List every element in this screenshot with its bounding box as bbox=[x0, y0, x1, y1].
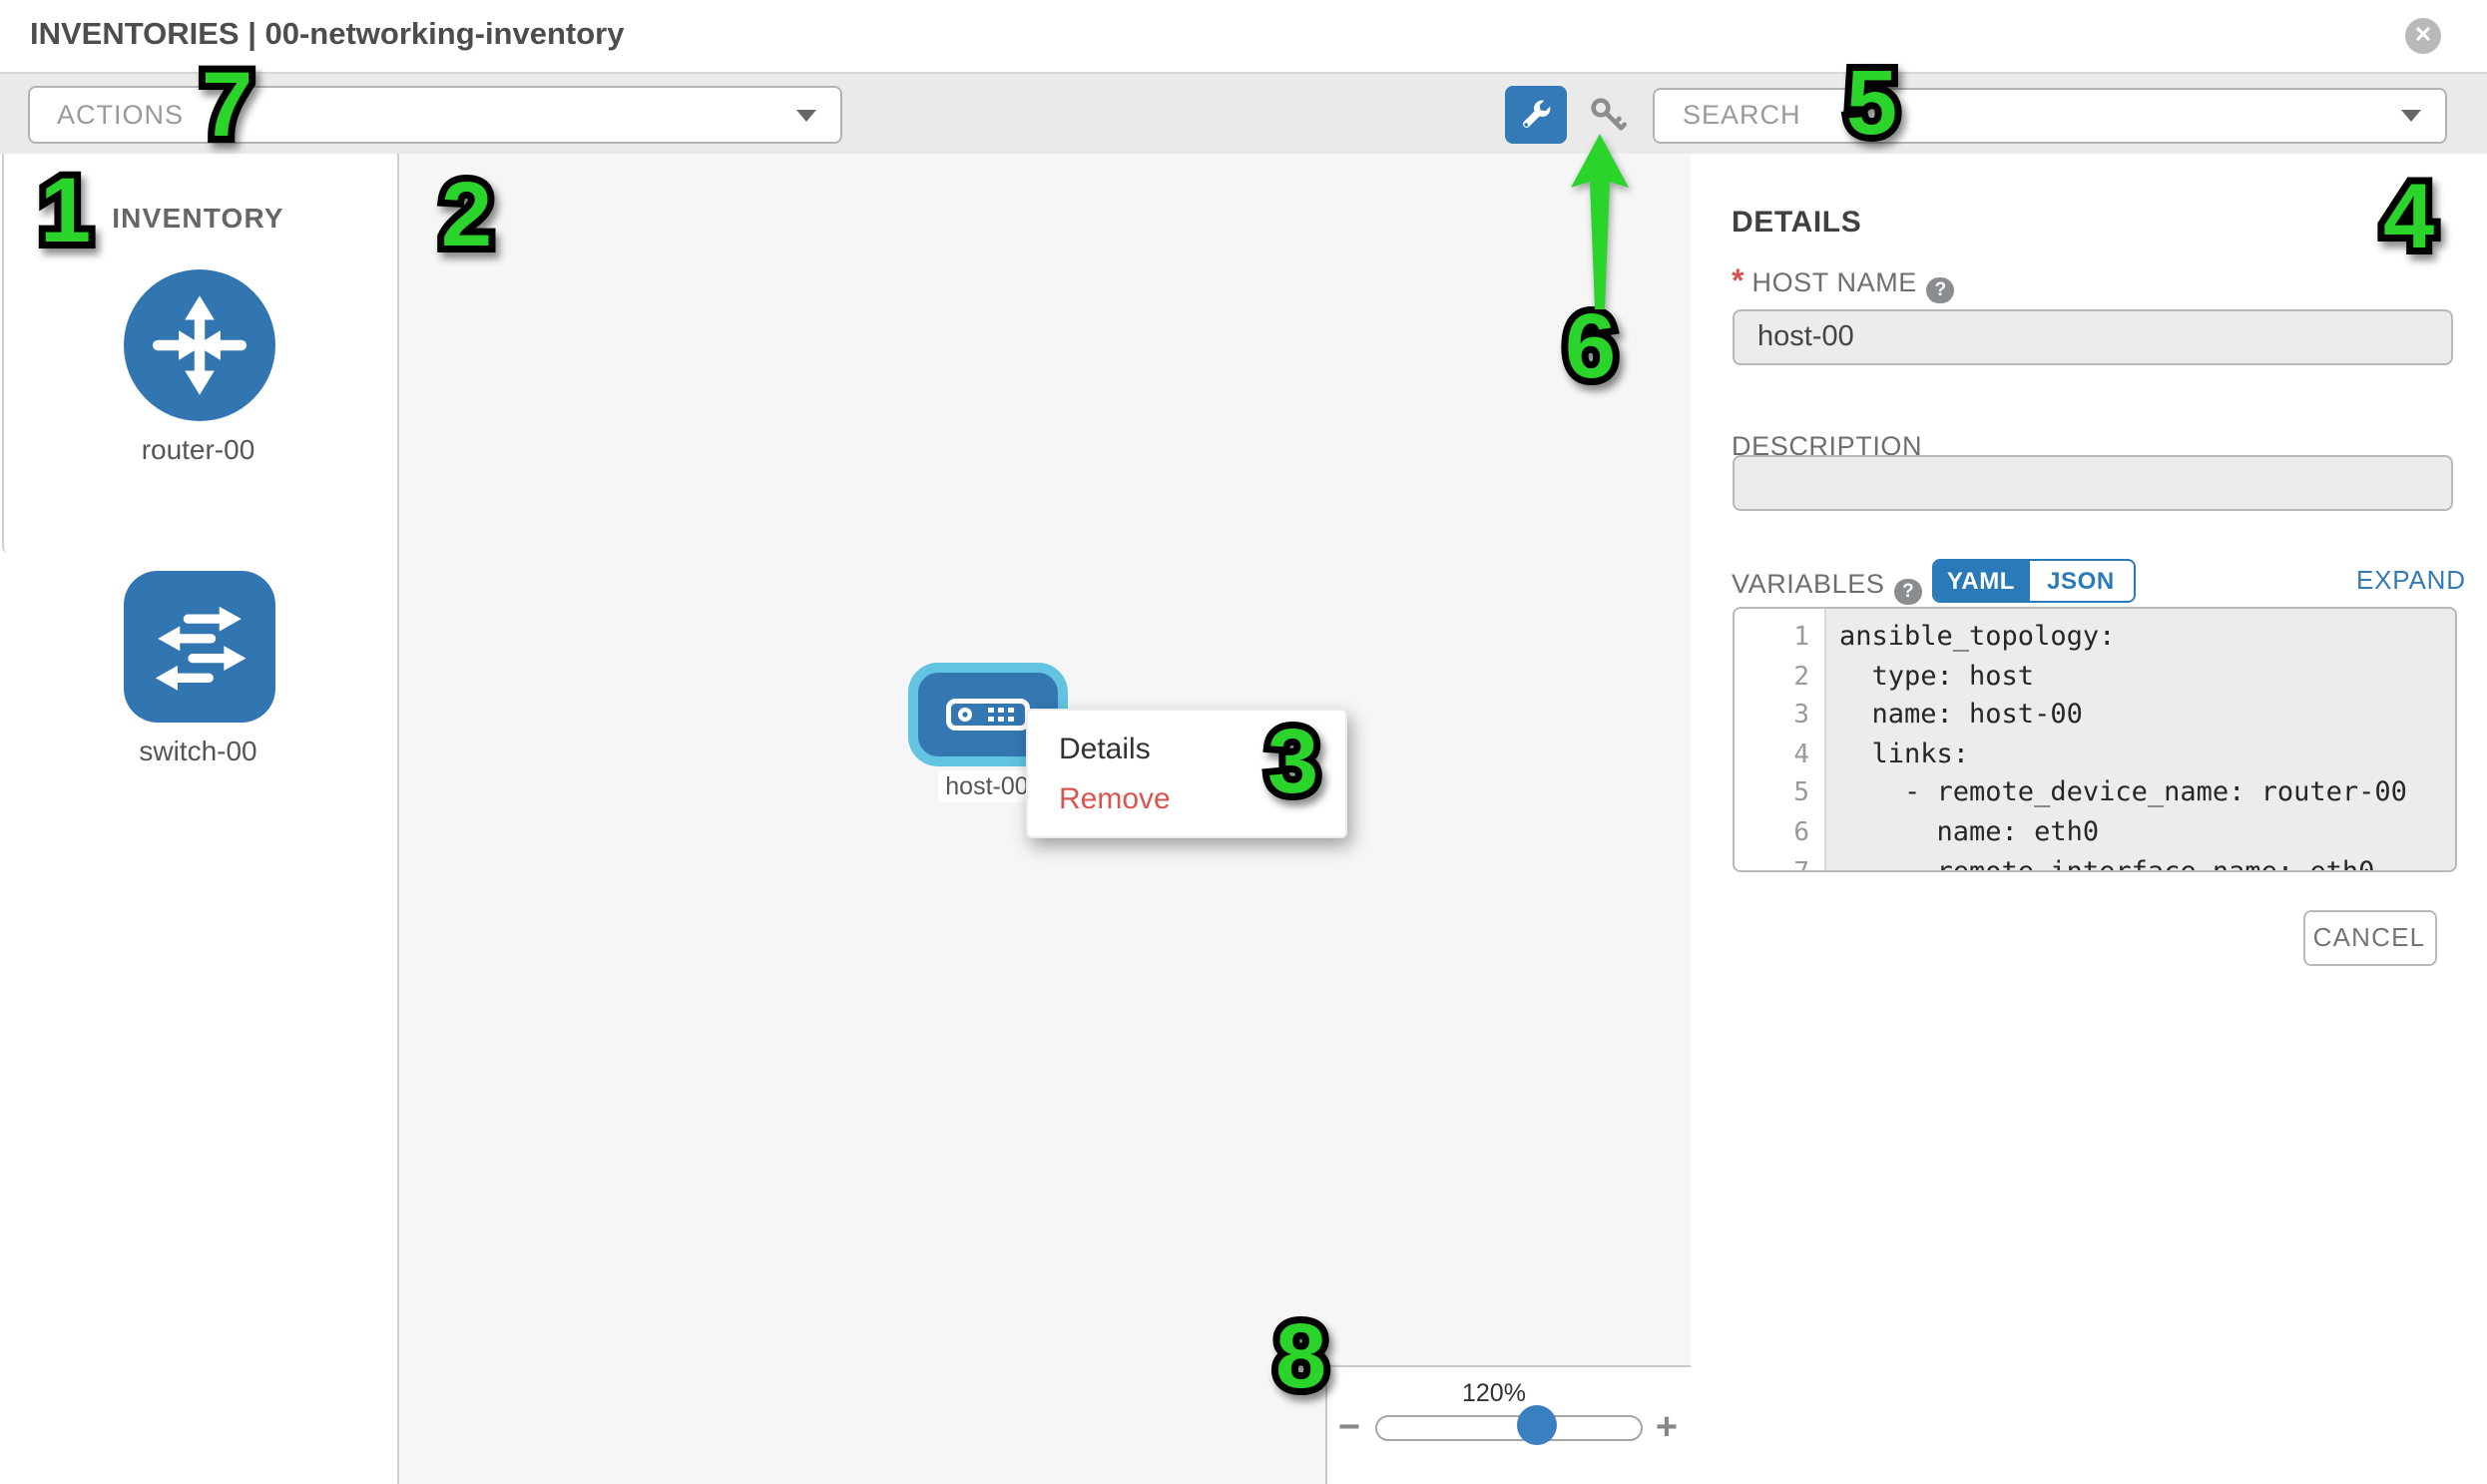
expand-link[interactable]: EXPAND bbox=[2356, 564, 2466, 594]
switch-icon bbox=[142, 588, 257, 704]
wrench-icon bbox=[1519, 98, 1553, 132]
format-toggle-json[interactable]: JSON bbox=[2029, 560, 2133, 601]
zoom-control: 120% − + bbox=[1324, 1364, 1690, 1484]
variables-format-toggle: YAML JSON bbox=[1931, 558, 2135, 603]
actions-dropdown-label: ACTIONS bbox=[57, 88, 184, 141]
app: INVENTORIES | 00-networking-inventory ✕ … bbox=[0, 0, 2487, 1484]
zoom-slider[interactable] bbox=[1374, 1414, 1642, 1440]
palette-item-switch[interactable] bbox=[124, 570, 275, 722]
help-icon[interactable]: ? bbox=[1927, 276, 1954, 303]
inventory-palette: INVENTORY router-00 bbox=[0, 153, 398, 1484]
host-icon bbox=[945, 699, 1029, 731]
host-name-label-row: * HOST NAME? bbox=[1732, 264, 1954, 303]
variables-label-row: VARIABLES? bbox=[1732, 566, 1921, 605]
caret-down-icon bbox=[795, 110, 815, 122]
code-line-numbers: 1 2 3 4 5 6 7 bbox=[1734, 609, 1825, 870]
format-toggle-yaml[interactable]: YAML bbox=[1933, 560, 2029, 601]
host-name-label: HOST NAME bbox=[1751, 266, 1916, 296]
context-menu-item-details[interactable]: Details bbox=[1027, 725, 1344, 774]
code-line: name: eth0 bbox=[1839, 814, 2454, 853]
code-line: name: host-00 bbox=[1839, 697, 2454, 736]
palette-item-router[interactable] bbox=[124, 268, 275, 420]
search-dropdown[interactable]: SEARCH bbox=[1653, 87, 2447, 143]
code-line: links: bbox=[1839, 737, 2454, 775]
host-node-label: host-00 bbox=[937, 769, 1037, 801]
page-header: INVENTORIES | 00-networking-inventory ✕ bbox=[0, 0, 2487, 74]
cancel-button[interactable]: CANCEL bbox=[2302, 909, 2436, 966]
zoom-in-icon[interactable]: + bbox=[1652, 1412, 1682, 1442]
help-icon[interactable]: ? bbox=[1894, 578, 1921, 605]
node-context-menu: Details Remove bbox=[1025, 709, 1346, 838]
required-asterisk: * bbox=[1732, 264, 1743, 298]
host-name-input[interactable] bbox=[1732, 309, 2452, 365]
actions-dropdown[interactable]: ACTIONS bbox=[27, 86, 841, 143]
key-icon bbox=[1586, 94, 1628, 136]
page-title: INVENTORIES | 00-networking-inventory bbox=[30, 0, 625, 72]
code-line: - remote_device_name: router-00 bbox=[1839, 775, 2454, 814]
zoom-level-value: 120% bbox=[1326, 1378, 1690, 1406]
variables-code-editor[interactable]: 1 2 3 4 5 6 7 ansible_topology: type: ho… bbox=[1732, 607, 2456, 872]
variables-label: VARIABLES bbox=[1732, 568, 1884, 598]
details-panel-title: DETAILS bbox=[1732, 205, 1861, 239]
toolbar: ACTIONS bbox=[0, 74, 2487, 155]
toolbar-tools-button[interactable] bbox=[1505, 86, 1567, 143]
palette-item-label: router-00 bbox=[0, 432, 396, 464]
search-dropdown-label: SEARCH bbox=[1683, 89, 1801, 141]
code-line: type: host bbox=[1839, 658, 2454, 697]
zoom-slider-thumb[interactable] bbox=[1516, 1404, 1556, 1444]
palette-item-label: switch-00 bbox=[0, 734, 396, 765]
router-icon bbox=[142, 286, 257, 402]
details-panel: DETAILS *HOST NAME? DESCRIPTION VARIABLE… bbox=[1690, 153, 2487, 1484]
context-menu-item-remove[interactable]: Remove bbox=[1027, 774, 1344, 824]
description-input[interactable] bbox=[1732, 454, 2452, 510]
topology-canvas[interactable]: host-00 Details Remove 120% − + bbox=[398, 153, 1690, 1484]
toolbar-key-button[interactable] bbox=[1579, 86, 1635, 143]
code-line: ansible_topology: bbox=[1839, 619, 2454, 658]
palette-title: INVENTORY bbox=[0, 201, 396, 233]
code-line: remote_interface_name: eth0 bbox=[1839, 853, 2454, 870]
zoom-out-icon[interactable]: − bbox=[1334, 1412, 1364, 1442]
code-content[interactable]: ansible_topology: type: host name: host-… bbox=[1825, 609, 2454, 870]
close-icon[interactable]: ✕ bbox=[2405, 18, 2441, 54]
caret-down-icon bbox=[2401, 110, 2421, 122]
